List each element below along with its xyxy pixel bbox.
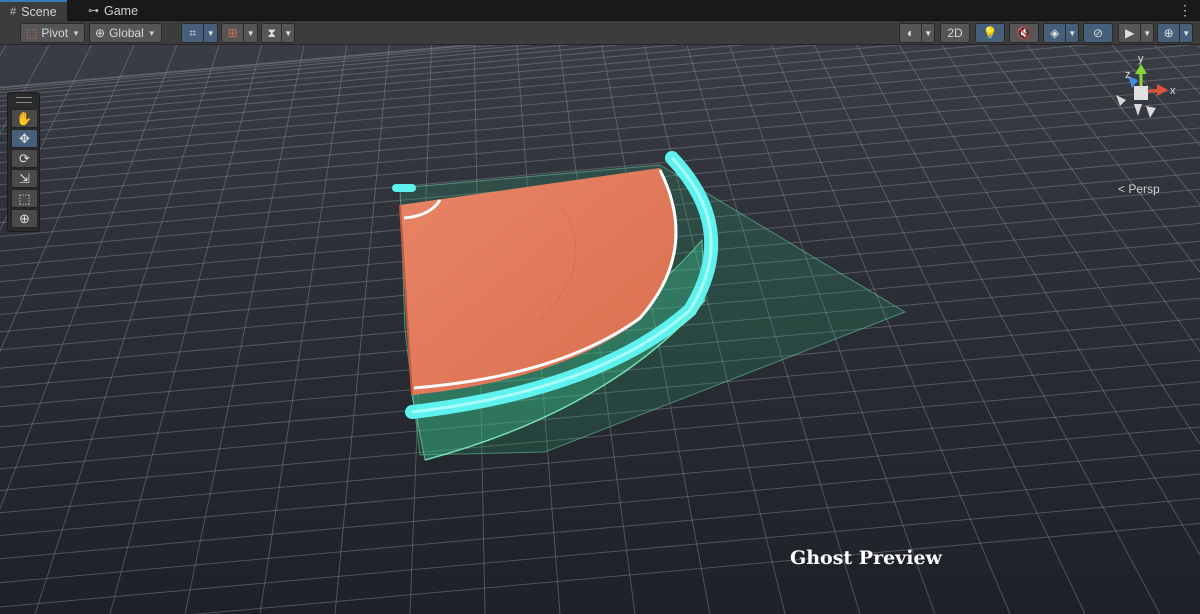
pivot-label: Pivot	[41, 26, 69, 40]
chevron-down-icon: ▼	[243, 24, 257, 42]
chevron-down-icon: ▼	[72, 28, 80, 38]
scene-canvas: y x z	[0, 45, 1200, 614]
lightbulb-icon: 💡	[982, 26, 998, 40]
camera-icon: ▶	[1119, 24, 1141, 42]
audio-toggle[interactable]: 🔇	[1009, 23, 1039, 43]
tool-palette: ✋ ✥ ⟳ ⇲ ⬚ ⊕	[7, 92, 40, 232]
effects-dropdown[interactable]: ◈ ▼	[1043, 23, 1079, 43]
gizmo-x-label: x	[1170, 85, 1176, 97]
gamepad-icon: ⊶	[88, 5, 99, 17]
move-icon: ✥	[19, 130, 30, 146]
2d-toggle[interactable]: 2D	[940, 23, 970, 43]
chevron-down-icon: ▼	[203, 24, 217, 42]
draw-mode-dropdown[interactable]: ◐ ▼	[899, 23, 935, 43]
rect-icon: ⬚	[18, 190, 31, 206]
rotate-tool[interactable]: ⟳	[11, 149, 38, 168]
gizmo-icon: ⊕	[1158, 24, 1180, 42]
projection-label: Persp	[1128, 182, 1160, 196]
globe-icon: ⊕	[95, 26, 106, 40]
transform-icon: ⊕	[19, 210, 30, 226]
grid-visibility-icon: ⊞	[222, 24, 244, 42]
grid-snap-icon: ⌗	[182, 24, 204, 42]
tab-scene-label: Scene	[21, 5, 57, 19]
global-label: Global	[109, 26, 144, 40]
chevron-down-icon: ▼	[921, 24, 934, 42]
2d-label: 2D	[947, 26, 963, 40]
gizmo-center-cube[interactable]	[1134, 86, 1148, 100]
eye-off-icon: ⊘	[1092, 26, 1104, 40]
hidden-objects-toggle[interactable]: ⊘	[1083, 23, 1113, 43]
rect-tool[interactable]: ⬚	[11, 189, 38, 208]
tab-scene[interactable]: # Scene	[0, 0, 67, 22]
lighting-toggle[interactable]: 💡	[975, 23, 1005, 43]
grid-icon: #	[10, 6, 17, 18]
grid-visibility-toggle[interactable]: ⊞ ▼	[221, 23, 258, 43]
tab-game-label: Game	[104, 3, 139, 18]
pivot-dropdown[interactable]: ⬚ Pivot ▼	[20, 23, 85, 43]
grid-snap-toggle[interactable]: ⌗ ▼	[181, 23, 218, 43]
hand-icon: ✋	[16, 110, 33, 126]
scene-viewport[interactable]: y x z ✋ ✥ ⟳ ⇲ ⬚ ⊕ < Persp Ghost Preview	[0, 45, 1200, 614]
tab-bar: # Scene ⊶ Game ⋮	[0, 0, 1200, 22]
chevron-down-icon: ▼	[147, 28, 156, 38]
pivot-icon: ⬚	[26, 26, 38, 40]
scene-toolbar: ⬚ Pivot ▼ ⊕ Global ▼ ⌗ ▼ ⊞ ▼ ⧗ ▼ ◐ ▼ 2D …	[0, 21, 1200, 45]
increment-snap-toggle[interactable]: ⧗ ▼	[261, 23, 295, 43]
gizmo-y-label: y	[1138, 53, 1144, 65]
shading-icon: ◐	[900, 24, 922, 42]
chevron-down-icon: ▼	[1065, 24, 1078, 42]
ghost-preview-label: Ghost Preview	[790, 547, 942, 569]
chevron-down-icon: ▼	[1140, 24, 1153, 42]
speaker-muted-icon: 🔇	[1016, 26, 1032, 40]
global-dropdown[interactable]: ⊕ Global ▼	[89, 23, 162, 43]
hand-tool[interactable]: ✋	[11, 109, 38, 128]
scale-icon: ⇲	[19, 170, 30, 186]
projection-toggle[interactable]: < Persp	[1118, 182, 1160, 196]
drag-handle[interactable]	[16, 97, 32, 103]
tab-game[interactable]: ⊶ Game	[78, 0, 148, 21]
gizmo-z-label: z	[1125, 69, 1131, 81]
camera-dropdown[interactable]: ▶ ▼	[1118, 23, 1154, 43]
increment-snap-icon: ⧗	[262, 24, 282, 42]
effects-icon: ◈	[1044, 24, 1066, 42]
rotate-icon: ⟳	[19, 150, 30, 166]
gizmos-dropdown[interactable]: ⊕ ▼	[1157, 23, 1193, 43]
transform-tool[interactable]: ⊕	[11, 209, 38, 228]
move-tool[interactable]: ✥	[11, 129, 38, 148]
scale-tool[interactable]: ⇲	[11, 169, 38, 188]
more-options-icon[interactable]: ⋮	[1178, 2, 1192, 18]
chevron-down-icon: ▼	[281, 24, 294, 42]
chevron-down-icon: ▼	[1179, 24, 1192, 42]
